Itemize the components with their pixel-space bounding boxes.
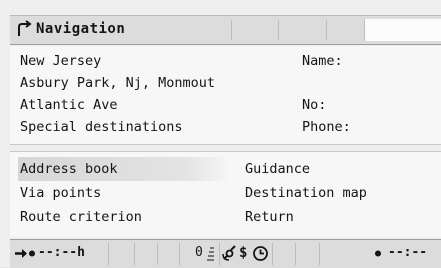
title-divider	[231, 20, 232, 40]
navigation-arrow-icon	[18, 20, 32, 36]
street-field[interactable]: Atlantic Ave	[20, 96, 118, 114]
screen: Navigation New Jersey Asbury Park, Nj, M…	[0, 0, 441, 268]
page-title: Navigation	[36, 21, 126, 37]
status-divider	[295, 243, 296, 265]
city-field[interactable]: Asbury Park, Nj, Monmout	[20, 74, 215, 92]
arrival-time-readout: --:--h	[38, 245, 85, 260]
counter-readout: 0	[195, 245, 203, 260]
status-divider	[272, 243, 273, 265]
clock-icon	[253, 246, 268, 261]
status-bar: --:--h 0 $ --:--	[10, 239, 441, 268]
status-divider	[134, 243, 135, 265]
destination-dot-icon	[375, 250, 381, 257]
satellite-icon	[222, 245, 236, 261]
menu-item-address-book[interactable]: Address book	[20, 160, 118, 178]
menu-item-guidance[interactable]: Guidance	[245, 160, 310, 178]
status-divider	[319, 243, 320, 265]
signal-strength-icon	[207, 247, 214, 261]
menu-item-via-points[interactable]: Via points	[20, 184, 101, 202]
menu-item-return[interactable]: Return	[245, 208, 294, 226]
clock-time-readout: --:--	[388, 245, 428, 260]
state-field[interactable]: New Jersey	[20, 52, 101, 70]
menu-item-destination-map[interactable]: Destination map	[245, 184, 367, 202]
house-number-label: No:	[302, 97, 327, 113]
title-bar: Navigation	[10, 15, 441, 45]
toll-road-icon: $	[239, 245, 248, 261]
arrival-arrow-icon	[15, 249, 35, 258]
status-divider	[108, 243, 109, 265]
menu-item-route-criterion[interactable]: Route criterion	[20, 208, 142, 226]
status-divider	[157, 243, 158, 265]
title-divider	[326, 20, 327, 40]
name-label: Name:	[302, 53, 343, 69]
status-divider	[219, 243, 220, 265]
title-info-box	[364, 19, 441, 41]
status-divider	[179, 243, 180, 265]
phone-label: Phone:	[302, 119, 351, 135]
special-destinations-field[interactable]: Special destinations	[20, 118, 183, 136]
title-divider	[278, 20, 279, 40]
